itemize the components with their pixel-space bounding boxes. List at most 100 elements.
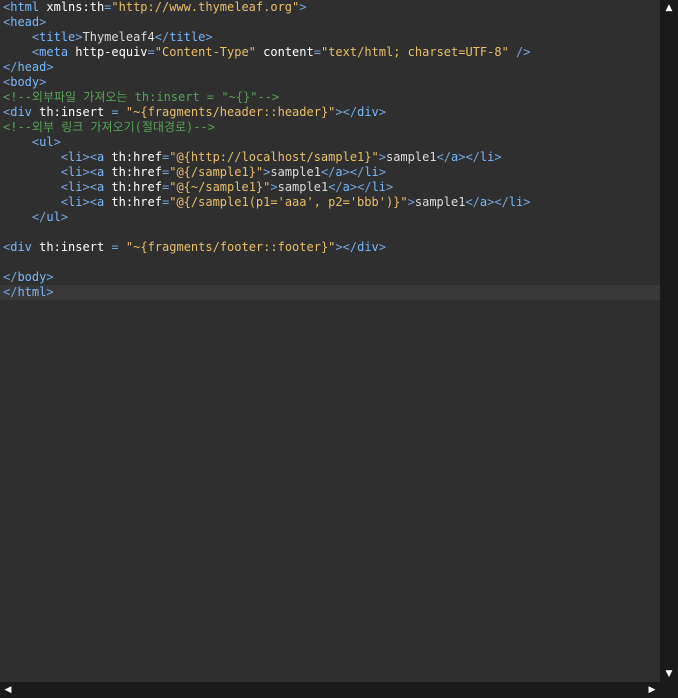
code-token: http-equiv: [75, 45, 148, 59]
code-token: </: [31, 210, 47, 224]
code-token: =: [111, 240, 119, 254]
code-token: li: [68, 165, 83, 179]
code-token: ></: [342, 165, 365, 179]
code-token: li: [364, 165, 379, 179]
scroll-down-icon[interactable]: ▼: [660, 666, 678, 682]
code-line[interactable]: <meta http-equiv="Content-Type" content=…: [0, 45, 660, 60]
code-line[interactable]: <div th:insert = "~{fragments/footer::fo…: [0, 240, 660, 255]
code-token: >: [75, 30, 83, 44]
code-line[interactable]: <li><a th:href="@{/sample1}">sample1</a>…: [0, 165, 660, 180]
code-line[interactable]: <title>Thymeleaf4</title>: [0, 30, 660, 45]
code-token: <: [60, 165, 69, 179]
code-line[interactable]: <!--외부파일 가져오는 th:insert = "~{}"-->: [0, 90, 660, 105]
code-token: =: [313, 45, 321, 59]
code-token: div: [357, 240, 379, 254]
code-token: li: [479, 150, 495, 164]
code-line[interactable]: <body>: [0, 75, 660, 90]
code-token: "text/html; charset=UTF-8": [320, 45, 509, 59]
code-token: >: [378, 150, 386, 164]
code-token: li: [68, 195, 83, 209]
code-token: div: [10, 105, 32, 119]
code-token: <: [60, 195, 69, 209]
code-token: "@{http://localhost/sample1}": [169, 150, 379, 164]
code-line[interactable]: <!--외부 링크 가져오기(절대경로)-->: [0, 120, 660, 135]
code-token: </: [3, 270, 18, 284]
code-token: ><: [82, 195, 97, 209]
code-token: "@{/sample1}": [169, 165, 264, 179]
code-token: >: [299, 0, 307, 14]
code-token: li: [68, 180, 83, 194]
code-token: content: [263, 45, 314, 59]
code-token: th:insert: [39, 240, 105, 254]
code-token: head: [10, 15, 40, 29]
code-token: ul: [46, 210, 61, 224]
code-token: sample1: [270, 165, 321, 179]
code-token: th:href: [111, 180, 162, 194]
code-line[interactable]: [0, 225, 660, 240]
scroll-right-icon[interactable]: ▶: [644, 682, 660, 698]
code-line[interactable]: <li><a th:href="@{/sample1(p1='aaa', p2=…: [0, 195, 660, 210]
horizontal-scroll-thumb[interactable]: [18, 685, 640, 695]
code-token: >: [407, 195, 415, 209]
code-token: >: [60, 210, 69, 224]
code-line[interactable]: <div th:insert = "~{fragments/header::he…: [0, 105, 660, 120]
code-token: li: [68, 150, 83, 164]
code-token: ><: [82, 180, 97, 194]
vertical-scrollbar[interactable]: ▲ ▼: [660, 0, 678, 682]
code-editor[interactable]: < html xmlns:th = "http://www.thymeleaf.org…: [0, 0, 678, 698]
scroll-up-icon[interactable]: ▲: [660, 0, 678, 16]
code-token: Thymeleaf4: [82, 30, 155, 44]
code-line[interactable]: </ul>: [0, 210, 660, 225]
code-token: th:insert: [39, 105, 105, 119]
code-line[interactable]: </head>: [0, 60, 660, 75]
code-token: ></: [349, 180, 372, 194]
code-token: >: [386, 180, 394, 194]
code-token: ></: [487, 195, 509, 209]
code-token: ><: [82, 150, 97, 164]
code-token: >: [270, 180, 278, 194]
code-token: th:href: [111, 195, 162, 209]
code-token: >: [378, 240, 387, 254]
code-line[interactable]: <ul>: [0, 135, 660, 150]
code-token: li: [508, 195, 524, 209]
code-token: sample1: [277, 180, 329, 194]
code-token: sample1: [414, 195, 466, 209]
code-token: "@{/sample1(p1='aaa', p2='bbb')}": [169, 195, 408, 209]
code-line[interactable]: </html>: [0, 285, 660, 300]
code-line[interactable]: <html xmlns:th="http://www.thymeleaf.org…: [0, 0, 660, 15]
code-token: >: [39, 15, 47, 29]
scroll-left-icon[interactable]: ◀: [0, 682, 16, 698]
code-token: th:href: [111, 165, 162, 179]
code-token: title: [169, 30, 206, 44]
code-token: </: [3, 60, 18, 74]
code-line[interactable]: <li><a th:href="@{http://localhost/sampl…: [0, 150, 660, 165]
horizontal-scrollbar[interactable]: ◀ ▶: [0, 682, 660, 698]
code-token: <: [60, 150, 69, 164]
code-token: "Content-Type": [154, 45, 256, 59]
code-token: body: [17, 270, 47, 284]
code-token: xmlns:th: [46, 0, 105, 14]
code-token: =: [111, 105, 119, 119]
code-token: <!--외부 링크 가져오기(절대경로)-->: [3, 120, 215, 134]
code-token: "~{fragments/footer::footer}": [125, 240, 336, 254]
code-token: meta: [39, 45, 69, 59]
code-line[interactable]: <head>: [0, 15, 660, 30]
code-line[interactable]: <li><a th:href="@{~/sample1}">sample1</a…: [0, 180, 660, 195]
code-token: "http://www.thymeleaf.org": [111, 0, 300, 14]
code-token: >: [46, 60, 54, 74]
vertical-scroll-thumb[interactable]: [663, 17, 675, 665]
code-area[interactable]: < html xmlns:th = "http://www.thymeleaf.org…: [0, 0, 660, 682]
code-token: div: [357, 105, 379, 119]
code-line[interactable]: [0, 255, 660, 270]
code-token: head: [17, 60, 47, 74]
code-line[interactable]: </body>: [0, 270, 660, 285]
code-token: ></: [458, 150, 480, 164]
